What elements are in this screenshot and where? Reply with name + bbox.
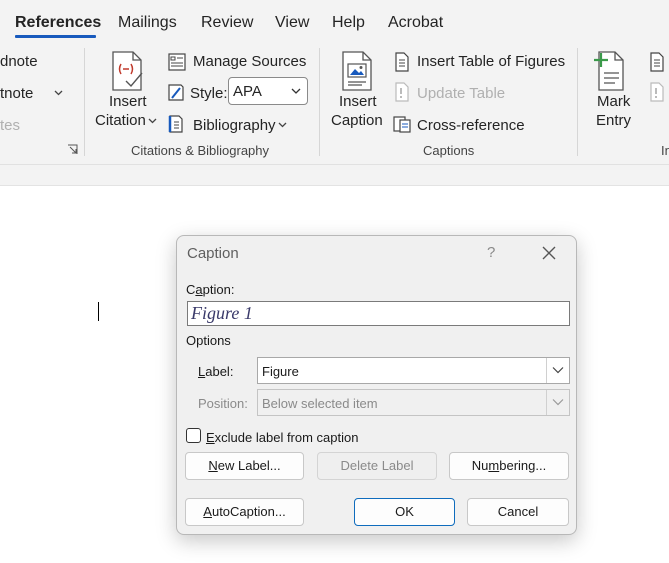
position-select-dropdown[interactable] (546, 390, 569, 415)
tab-view[interactable]: View (275, 14, 309, 32)
tab-review[interactable]: Review (201, 14, 253, 32)
insert-table-of-figures-button[interactable]: Insert Table of Figures (417, 53, 565, 70)
chevron-down-icon (552, 399, 564, 406)
bibliography-icon[interactable] (167, 114, 187, 134)
insert-citation-label-1[interactable]: Insert (109, 93, 147, 110)
label-select-value: Figure (262, 364, 299, 379)
caption-input-value: Figure 1 (191, 303, 253, 323)
insert-endnote-button[interactable]: dnote (0, 53, 38, 70)
style-label: Style: (190, 85, 228, 102)
caption-dialog: Caption ? Caption: Figure 1 Options Labe… (176, 235, 577, 535)
label-field-label: Label: (198, 364, 234, 379)
cross-reference-button[interactable]: Cross-reference (417, 117, 525, 134)
exclude-label-checkbox[interactable] (186, 428, 201, 443)
ruler-strip (0, 165, 669, 186)
insert-caption-icon[interactable] (340, 51, 374, 91)
caption-field-label: Caption: (186, 282, 235, 297)
group-separator (84, 48, 85, 156)
caption-input[interactable]: Figure 1 (187, 301, 570, 326)
autocaption-button[interactable]: AutoCaption... (185, 498, 304, 526)
style-dropdown[interactable]: APA (228, 77, 308, 105)
position-field-label: Position: (198, 396, 248, 411)
numbering-button[interactable]: Numbering... (449, 452, 569, 480)
chevron-down-icon[interactable] (148, 118, 157, 124)
cross-reference-icon[interactable] (392, 114, 412, 134)
update-index-icon (650, 82, 664, 102)
manage-sources-button[interactable]: Manage Sources (193, 53, 306, 70)
close-icon[interactable] (541, 245, 557, 261)
active-tab-indicator (15, 35, 96, 38)
group-label-citations: Citations & Bibliography (131, 143, 270, 158)
show-notes-button[interactable]: tes (0, 117, 20, 134)
next-footnote-button[interactable]: tnote (0, 85, 33, 102)
chevron-down-icon (291, 88, 301, 94)
tab-references[interactable]: References (15, 14, 101, 32)
bibliography-button[interactable]: Bibliography (193, 117, 276, 134)
position-select-value: Below selected item (262, 396, 378, 411)
label-select-dropdown[interactable] (546, 358, 569, 383)
group-separator (577, 48, 578, 156)
delete-label-button[interactable]: Delete Label (317, 452, 437, 480)
group-label-captions: Captions (423, 143, 475, 158)
update-table-icon (395, 82, 409, 102)
mark-entry-label-2[interactable]: Entry (596, 112, 631, 129)
chevron-down-icon[interactable] (278, 122, 287, 128)
cancel-button[interactable]: Cancel (467, 498, 569, 526)
tab-acrobat[interactable]: Acrobat (388, 14, 443, 32)
style-icon (168, 84, 184, 101)
update-table-button[interactable]: Update Table (417, 85, 505, 102)
exclude-label-text[interactable]: Exclude label from caption (206, 430, 358, 445)
tab-help[interactable]: Help (332, 14, 365, 32)
position-select[interactable]: Below selected item (257, 389, 570, 416)
text-cursor (98, 302, 99, 321)
insert-index-icon[interactable] (647, 52, 667, 72)
mark-entry-icon[interactable] (593, 51, 627, 91)
ribbon: dnote tnote tes Insert Citation Manage S… (0, 40, 669, 165)
chevron-down-icon (552, 367, 564, 374)
insert-caption-label-2[interactable]: Caption (331, 112, 383, 129)
insert-citation-icon[interactable] (110, 51, 144, 91)
help-button[interactable]: ? (487, 244, 495, 261)
table-of-figures-icon[interactable] (392, 52, 412, 72)
label-select[interactable]: Figure (257, 357, 570, 384)
group-separator (319, 48, 320, 156)
manage-sources-icon[interactable] (167, 52, 187, 72)
options-heading: Options (186, 333, 231, 348)
ribbon-tab-bar: References Mailings Review View Help Acr… (0, 0, 669, 40)
ok-button[interactable]: OK (354, 498, 455, 526)
insert-citation-label-2[interactable]: Citation (95, 112, 146, 129)
insert-caption-label-1[interactable]: Insert (339, 93, 377, 110)
mark-entry-label-1[interactable]: Mark (597, 93, 630, 110)
tab-mailings[interactable]: Mailings (118, 14, 177, 32)
dialog-launcher-icon[interactable] (67, 144, 78, 155)
group-label-index: In (661, 143, 669, 158)
new-label-button[interactable]: New Label... (185, 452, 304, 480)
dialog-title: Caption (187, 245, 239, 262)
chevron-down-icon[interactable] (54, 90, 63, 96)
style-value: APA (233, 83, 262, 100)
